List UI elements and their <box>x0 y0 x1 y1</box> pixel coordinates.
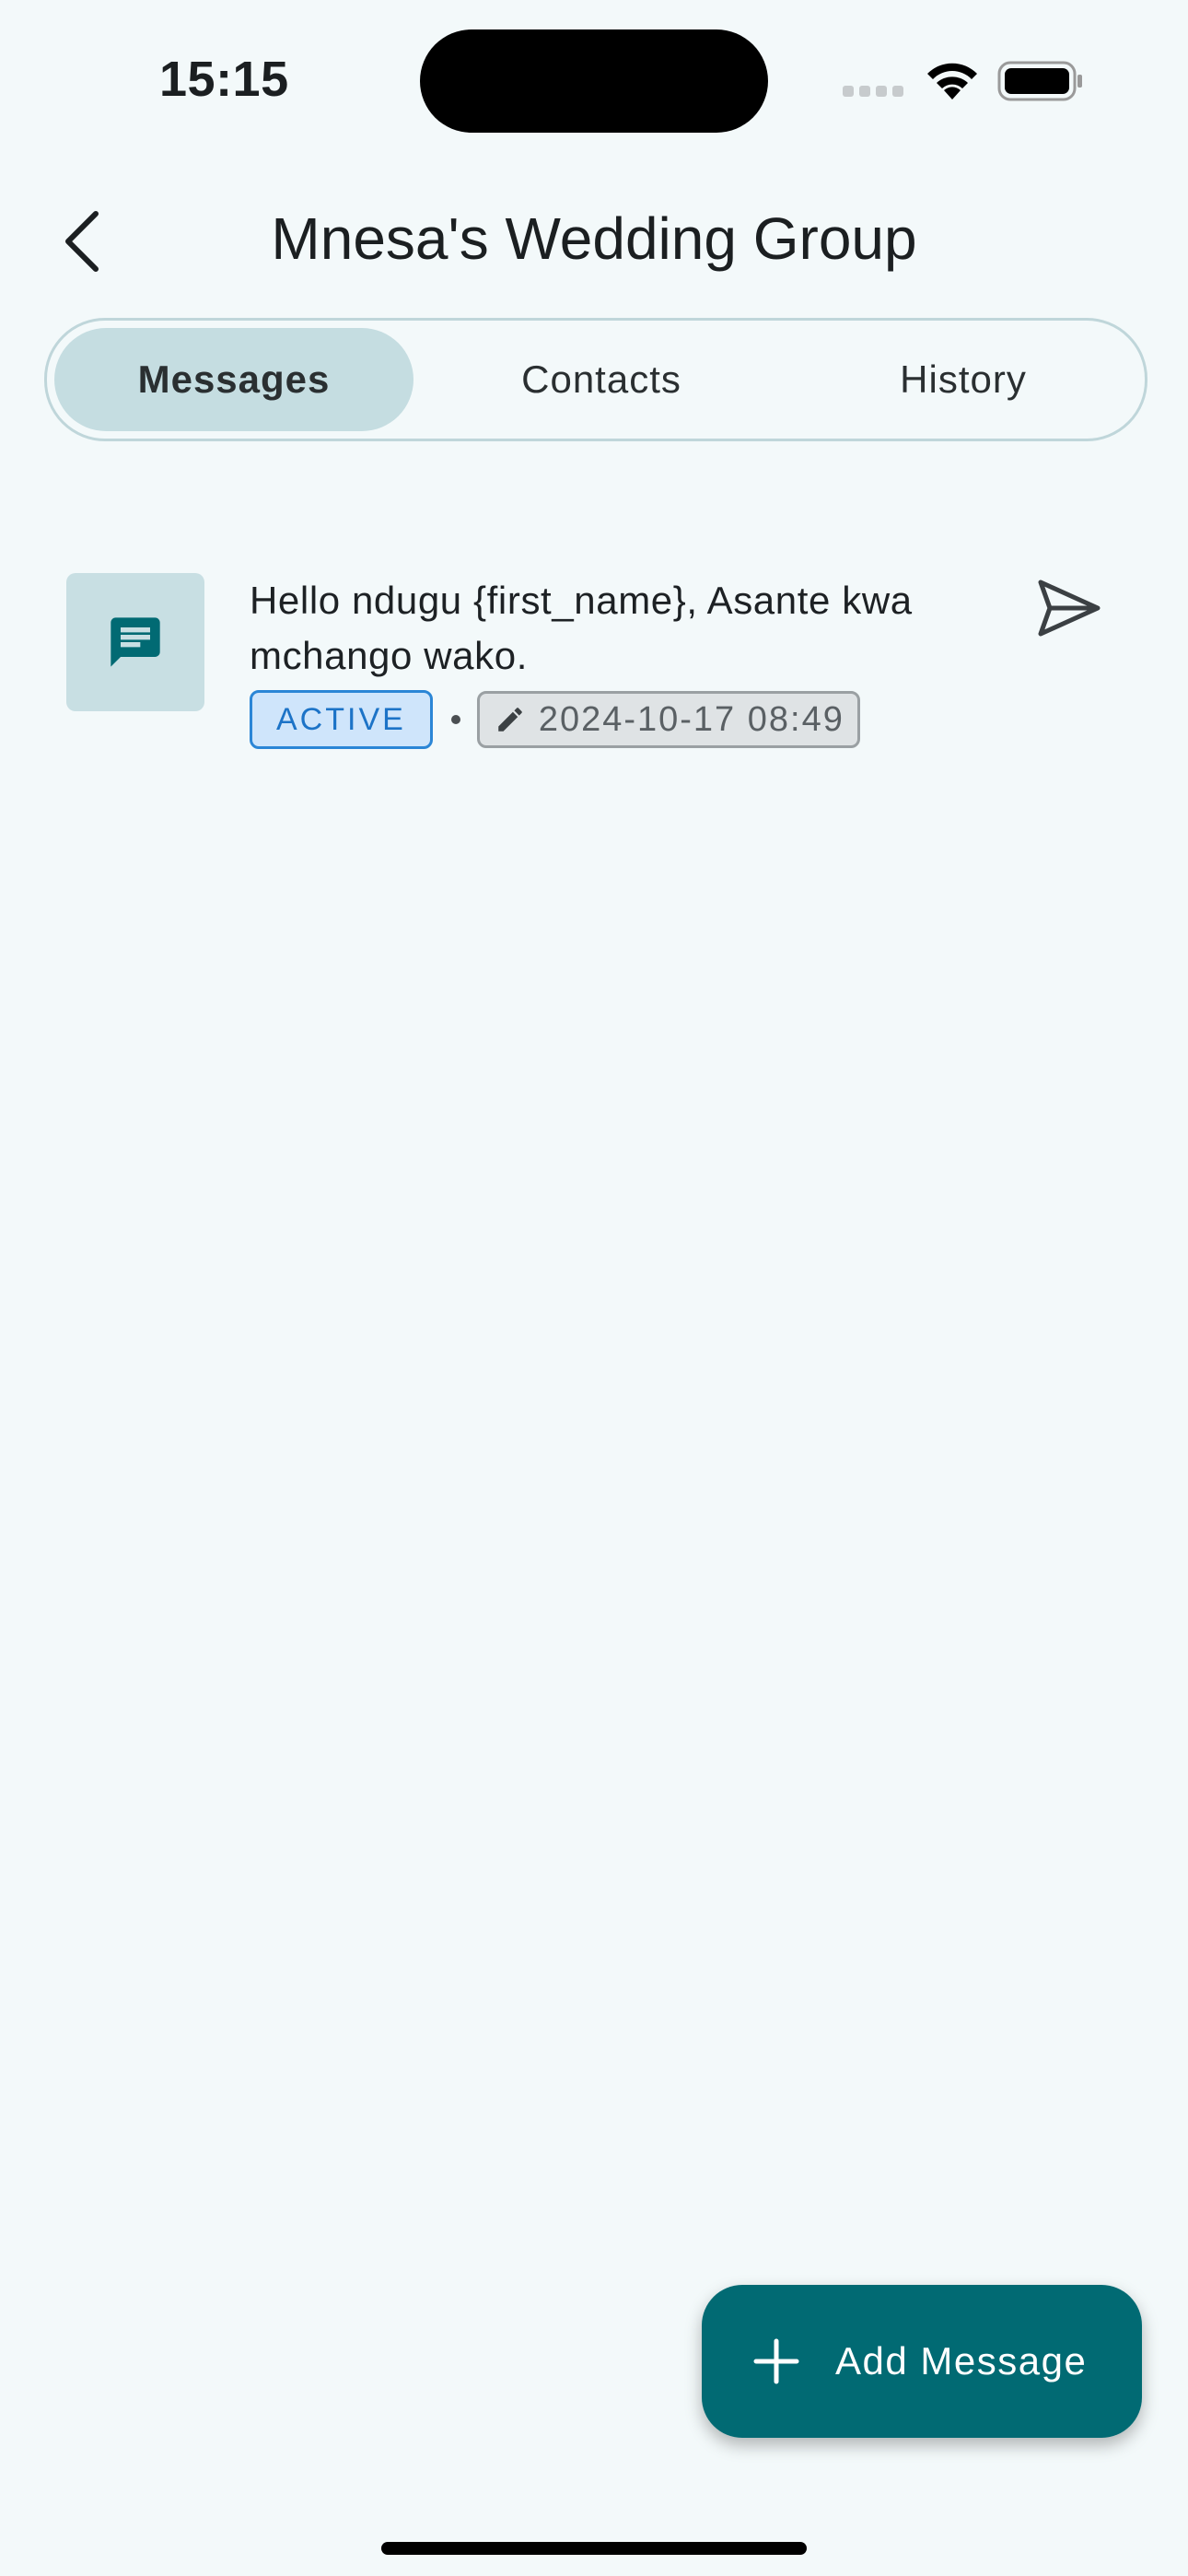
message-text: Hello ndugu {first_name}, Asante kwa mch… <box>250 579 913 677</box>
add-message-button[interactable]: Add Message <box>702 2285 1142 2438</box>
page-title: Mnesa's Wedding Group <box>271 205 917 272</box>
dynamic-island <box>420 29 768 133</box>
wifi-icon <box>924 59 981 106</box>
pencil-icon <box>498 708 522 732</box>
plus-icon <box>753 2338 799 2384</box>
tab-bar: Messages Contacts History <box>44 318 1147 441</box>
cellular-signal-icon <box>843 85 909 101</box>
status-badge: ACTIVE <box>250 690 433 749</box>
edited-timestamp-chip: 2024-10-17 08:49 <box>476 691 860 748</box>
send-icon <box>1038 580 1101 637</box>
tab-messages[interactable]: Messages <box>54 328 413 431</box>
edited-timestamp: 2024-10-17 08:49 <box>538 699 844 739</box>
tab-contacts[interactable]: Contacts <box>421 321 782 439</box>
add-message-label: Add Message <box>835 2339 1088 2383</box>
message-meta: ACTIVE 2024-10-17 08:49 <box>250 690 860 749</box>
tab-history[interactable]: History <box>782 321 1145 439</box>
message-avatar <box>66 573 204 711</box>
send-button[interactable] <box>1031 571 1105 645</box>
battery-icon <box>997 61 1084 106</box>
separator-dot <box>450 715 460 724</box>
message-icon <box>111 617 160 667</box>
home-indicator <box>381 2542 807 2555</box>
status-time: 15:15 <box>159 52 289 107</box>
